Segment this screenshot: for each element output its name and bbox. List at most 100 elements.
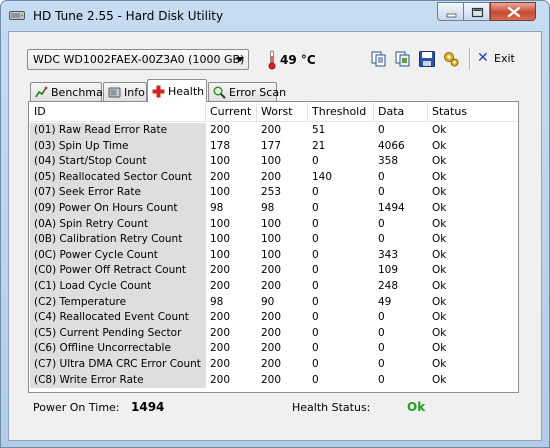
worst-value: 200	[261, 264, 282, 277]
table-row[interactable]: (C0) Power Off Retract Count 200 200 0 109 Ok	[30, 263, 517, 279]
column-header-status[interactable]: Status	[428, 103, 517, 121]
worst-value: 100	[261, 248, 282, 261]
save-button[interactable]	[418, 50, 436, 68]
table-row[interactable]: (C8) Write Error Rate 200 200 0 0 Ok	[30, 372, 517, 389]
current-value: 100	[210, 248, 231, 261]
attribute-id: (C5) Current Pending Sector	[30, 325, 206, 342]
current-value: 200	[210, 124, 231, 136]
table-row[interactable]: (C4) Reallocated Event Count 200 200 0 0 Ok	[30, 310, 517, 326]
tab-error-scan[interactable]: Error Scan	[208, 82, 286, 101]
table-row[interactable]: (C6) Offline Uncorrectable 200 200 0 0 Ok	[30, 341, 517, 357]
data-value: 0	[378, 170, 385, 183]
copy-screenshot-icon	[395, 51, 410, 67]
table-row[interactable]: (C2) Temperature 98 90 0 49 Ok	[30, 294, 517, 311]
current-value: 200	[210, 170, 231, 183]
title-bar[interactable]: HD Tune 2.55 - Hard Disk Utility	[1, 1, 549, 31]
table-row[interactable]: (0C) Power Cycle Count 100 100 0 343 Ok	[30, 247, 517, 264]
current-value: 100	[210, 155, 231, 168]
minimize-button[interactable]	[437, 2, 464, 21]
attribute-id: (C1) Load Cycle Count	[30, 279, 206, 295]
column-header-data[interactable]: Data	[374, 103, 428, 121]
attribute-id: (01) Raw Read Error Rate	[30, 123, 206, 139]
worst-value: 100	[261, 155, 282, 168]
threshold-value: 0	[312, 342, 319, 355]
table-row[interactable]: (05) Reallocated Sector Count 200 200 140 0 O…	[30, 169, 517, 186]
table-row[interactable]: (C7) Ultra DMA CRC Error Count 200 200 0 0 Ok	[30, 357, 517, 373]
threshold-value: 51	[312, 124, 326, 136]
current-value: 200	[210, 358, 231, 370]
current-value: 98	[210, 295, 224, 308]
threshold-value: 0	[312, 264, 319, 277]
hard-disk-icon	[9, 11, 25, 20]
current-value: 100	[210, 233, 231, 246]
threshold-value: 21	[312, 139, 326, 152]
maximize-button[interactable]	[463, 2, 490, 21]
worst-value: 200	[261, 280, 282, 292]
column-header-current[interactable]: Current	[206, 103, 257, 121]
status-value: Ok	[432, 280, 447, 292]
tab-info[interactable]: Info	[103, 82, 147, 101]
attribute-id: (07) Seek Error Rate	[30, 185, 206, 201]
status-value: Ok	[432, 326, 447, 339]
threshold-value: 140	[312, 170, 333, 183]
table-row[interactable]: (03) Spin Up Time 178 177 21 4066 Ok	[30, 138, 517, 155]
worst-value: 90	[261, 295, 275, 308]
info-icon	[108, 87, 121, 98]
threshold-value: 0	[312, 217, 319, 230]
threshold-value: 0	[312, 186, 319, 199]
worst-value: 200	[261, 358, 282, 370]
table-row[interactable]: (0B) Calibration Retry Count 100 100 0 0 Ok	[30, 232, 517, 248]
options-button[interactable]	[442, 50, 460, 68]
table-row[interactable]: (04) Start/Stop Count 100 100 0 358 Ok	[30, 154, 517, 170]
chevron-down-icon[interactable]	[236, 57, 244, 62]
current-value: 200	[210, 264, 231, 277]
worst-value: 200	[261, 373, 282, 386]
table-row[interactable]: (01) Raw Read Error Rate 200 200 51 0 Ok	[30, 123, 517, 139]
worst-value: 100	[261, 233, 282, 246]
tab-benchmark[interactable]: Benchmark	[30, 82, 114, 101]
table-row[interactable]: (09) Power On Hours Count 98 98 0 1494 Ok	[30, 201, 517, 217]
data-value: 0	[378, 342, 385, 355]
close-button[interactable]	[490, 2, 536, 21]
current-value: 200	[210, 342, 231, 355]
exit-label: Exit	[494, 52, 515, 65]
tab-label: Info	[124, 86, 145, 99]
current-value: 100	[210, 217, 231, 230]
attribute-id: (0C) Power Cycle Count	[30, 247, 206, 264]
attribute-id: (04) Start/Stop Count	[30, 154, 206, 170]
threshold-value: 0	[312, 233, 319, 246]
health-status-label: Health Status:	[292, 401, 371, 414]
column-header-threshold[interactable]: Threshold	[308, 103, 374, 121]
magnifier-icon	[213, 86, 226, 99]
table-row[interactable]: (0A) Spin Retry Count 100 100 0 0 Ok	[30, 216, 517, 233]
attribute-id: (C6) Offline Uncorrectable	[30, 341, 206, 357]
current-value: 178	[210, 139, 231, 152]
health-status-value: Ok	[407, 400, 426, 414]
current-value: 200	[210, 326, 231, 339]
table-row[interactable]: (07) Seek Error Rate 100 253 0 0 Ok	[30, 185, 517, 201]
table-row[interactable]: (C1) Load Cycle Count 200 200 0 248 Ok	[30, 279, 517, 295]
exit-button[interactable]: ✕ Exit	[474, 49, 518, 69]
status-value: Ok	[432, 342, 447, 355]
data-value: 0	[378, 373, 385, 386]
tab-label: Health	[168, 85, 205, 98]
column-header-worst[interactable]: Worst	[257, 103, 308, 121]
worst-value: 177	[261, 139, 282, 152]
threshold-value: 0	[312, 358, 319, 370]
copy-info-button[interactable]	[370, 50, 388, 68]
data-value: 358	[378, 155, 399, 168]
attribute-id: (0A) Spin Retry Count	[30, 216, 206, 233]
current-value: 200	[210, 373, 231, 386]
drive-select[interactable]: WDC WD1002FAEX-00Z3A0 (1000 GB)	[27, 49, 249, 70]
data-value: 0	[378, 358, 385, 370]
minimize-icon	[446, 13, 457, 18]
status-value: Ok	[432, 202, 447, 214]
copy-screenshot-button[interactable]	[394, 50, 412, 68]
threshold-value: 0	[312, 311, 319, 324]
table-row[interactable]: (C5) Current Pending Sector 200 200 0 0 Ok	[30, 325, 517, 342]
health-table[interactable]: ID Current Worst Threshold Data Status (…	[30, 103, 517, 391]
column-header-id[interactable]: ID	[30, 103, 206, 121]
tab-health[interactable]: Health	[147, 79, 207, 102]
attribute-id: (C4) Reallocated Event Count	[30, 310, 206, 326]
worst-value: 200	[261, 311, 282, 324]
